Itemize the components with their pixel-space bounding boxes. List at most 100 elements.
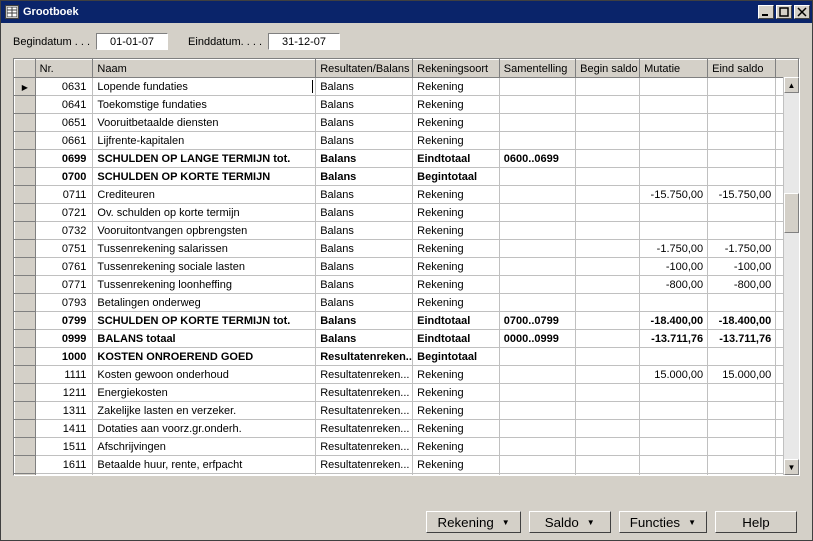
cell-mu[interactable] bbox=[640, 348, 708, 366]
row-header[interactable] bbox=[15, 348, 36, 366]
cell-nr[interactable]: 0651 bbox=[35, 114, 93, 132]
cell-sam[interactable] bbox=[499, 258, 575, 276]
cell-naam[interactable]: Kosten gewoon onderhoud bbox=[93, 366, 316, 384]
cell-sam[interactable] bbox=[499, 96, 575, 114]
table-row[interactable]: 1311Zakelijke lasten en verzeker.Resulta… bbox=[15, 402, 799, 420]
cell-naam[interactable]: Vooruitontvangen opbrengsten bbox=[93, 222, 316, 240]
cell-es[interactable] bbox=[708, 384, 776, 402]
cell-rs[interactable]: Rekening bbox=[413, 420, 500, 438]
cell-bs[interactable] bbox=[576, 204, 640, 222]
cell-sam[interactable] bbox=[499, 366, 575, 384]
scroll-up-button[interactable]: ▲ bbox=[784, 77, 799, 93]
row-header[interactable] bbox=[15, 258, 36, 276]
cell-nr[interactable]: 0661 bbox=[35, 132, 93, 150]
row-header[interactable] bbox=[15, 78, 36, 96]
cell-bs[interactable] bbox=[576, 96, 640, 114]
maximize-button[interactable] bbox=[776, 5, 792, 19]
cell-mu[interactable] bbox=[640, 384, 708, 402]
rekening-button[interactable]: Rekening▼ bbox=[426, 511, 520, 533]
cell-naam[interactable]: Dotaties aan voorz.gr.onderh. bbox=[93, 420, 316, 438]
cell-rb[interactable]: Balans bbox=[316, 132, 413, 150]
cell-naam[interactable]: Betaalde huur, rente, erfpacht bbox=[93, 456, 316, 474]
cell-naam[interactable]: Crediteuren bbox=[93, 186, 316, 204]
cell-rs[interactable]: Rekening bbox=[413, 132, 500, 150]
col-header-es[interactable]: Eind saldo bbox=[708, 60, 776, 78]
cell-rs[interactable]: Eindtotaal bbox=[413, 150, 500, 168]
scroll-thumb[interactable] bbox=[784, 193, 799, 233]
cell-rb[interactable]: Resultatenreken... bbox=[316, 366, 413, 384]
row-header[interactable] bbox=[15, 312, 36, 330]
cell-bs[interactable] bbox=[576, 186, 640, 204]
col-header-mu[interactable]: Mutatie bbox=[640, 60, 708, 78]
cell-mu[interactable]: -100,00 bbox=[640, 258, 708, 276]
row-header[interactable] bbox=[15, 330, 36, 348]
row-header[interactable] bbox=[15, 420, 36, 438]
cell-sam[interactable] bbox=[499, 222, 575, 240]
cell-nr[interactable]: 0999 bbox=[35, 330, 93, 348]
minimize-button[interactable] bbox=[758, 5, 774, 19]
cell-mu[interactable] bbox=[640, 204, 708, 222]
cell-rs[interactable]: Rekening bbox=[413, 474, 500, 476]
row-header[interactable] bbox=[15, 474, 36, 476]
cell-mu[interactable] bbox=[640, 222, 708, 240]
cell-rs[interactable]: Rekening bbox=[413, 222, 500, 240]
cell-mu[interactable]: -13.711,76 bbox=[640, 330, 708, 348]
cell-naam[interactable]: Tussenrekening loonheffing bbox=[93, 276, 316, 294]
cell-rb[interactable]: Balans bbox=[316, 222, 413, 240]
table-row[interactable]: 0711CrediteurenBalansRekening-15.750,00-… bbox=[15, 186, 799, 204]
table-row[interactable]: 1411Dotaties aan voorz.gr.onderh.Resulta… bbox=[15, 420, 799, 438]
row-header[interactable] bbox=[15, 150, 36, 168]
cell-nr[interactable]: 0700 bbox=[35, 168, 93, 186]
cell-rs[interactable]: Rekening bbox=[413, 258, 500, 276]
cell-nr[interactable]: 0793 bbox=[35, 294, 93, 312]
cell-sam[interactable] bbox=[499, 204, 575, 222]
cell-sam[interactable] bbox=[499, 276, 575, 294]
cell-rb[interactable]: Balans bbox=[316, 330, 413, 348]
cell-naam[interactable]: Zakelijke lasten en verzeker. bbox=[93, 402, 316, 420]
row-header[interactable] bbox=[15, 384, 36, 402]
cell-mu[interactable]: -1.750,00 bbox=[640, 240, 708, 258]
cell-rb[interactable]: Resultatenreken... bbox=[316, 348, 413, 366]
table-row[interactable]: 0761Tussenrekening sociale lastenBalansR… bbox=[15, 258, 799, 276]
row-header[interactable] bbox=[15, 240, 36, 258]
cell-mu[interactable] bbox=[640, 438, 708, 456]
row-header[interactable] bbox=[15, 132, 36, 150]
cell-nr[interactable]: 0751 bbox=[35, 240, 93, 258]
table-row[interactable]: 1911Overige kosten onroerend goedResulta… bbox=[15, 474, 799, 476]
cell-nr[interactable]: 0711 bbox=[35, 186, 93, 204]
row-header[interactable] bbox=[15, 294, 36, 312]
cell-naam[interactable]: SCHULDEN OP KORTE TERMIJN tot. bbox=[93, 312, 316, 330]
cell-nr[interactable]: 1611 bbox=[35, 456, 93, 474]
table-row[interactable]: 0999BALANS totaalBalansEindtotaal0000..0… bbox=[15, 330, 799, 348]
cell-nr[interactable]: 0799 bbox=[35, 312, 93, 330]
cell-mu[interactable] bbox=[640, 78, 708, 96]
cell-naam[interactable]: Betalingen onderweg bbox=[93, 294, 316, 312]
help-button[interactable]: Help bbox=[715, 511, 797, 533]
row-header[interactable] bbox=[15, 438, 36, 456]
cell-bs[interactable] bbox=[576, 348, 640, 366]
cell-sam[interactable]: 0000..0999 bbox=[499, 330, 575, 348]
cell-rb[interactable]: Balans bbox=[316, 150, 413, 168]
cell-sam[interactable]: 0700..0799 bbox=[499, 312, 575, 330]
cell-mu[interactable] bbox=[640, 132, 708, 150]
cell-sam[interactable] bbox=[499, 348, 575, 366]
cell-sam[interactable] bbox=[499, 420, 575, 438]
col-header-rb[interactable]: Resultaten/Balans bbox=[316, 60, 413, 78]
table-row[interactable]: 0793Betalingen onderwegBalansRekening bbox=[15, 294, 799, 312]
cell-sam[interactable] bbox=[499, 438, 575, 456]
begin-date-input[interactable] bbox=[96, 33, 168, 50]
cell-bs[interactable] bbox=[576, 240, 640, 258]
cell-nr[interactable]: 0721 bbox=[35, 204, 93, 222]
cell-rb[interactable]: Balans bbox=[316, 96, 413, 114]
cell-mu[interactable] bbox=[640, 114, 708, 132]
cell-rs[interactable]: Begintotaal bbox=[413, 168, 500, 186]
row-header[interactable] bbox=[15, 456, 36, 474]
cell-naam[interactable]: Vooruitbetaalde diensten bbox=[93, 114, 316, 132]
cell-mu[interactable] bbox=[640, 168, 708, 186]
col-header-nr[interactable]: Nr. bbox=[35, 60, 93, 78]
cell-es[interactable] bbox=[708, 348, 776, 366]
cell-rb[interactable]: Balans bbox=[316, 240, 413, 258]
cell-rs[interactable]: Rekening bbox=[413, 204, 500, 222]
cell-nr[interactable]: 0641 bbox=[35, 96, 93, 114]
cell-rs[interactable]: Begintotaal bbox=[413, 348, 500, 366]
